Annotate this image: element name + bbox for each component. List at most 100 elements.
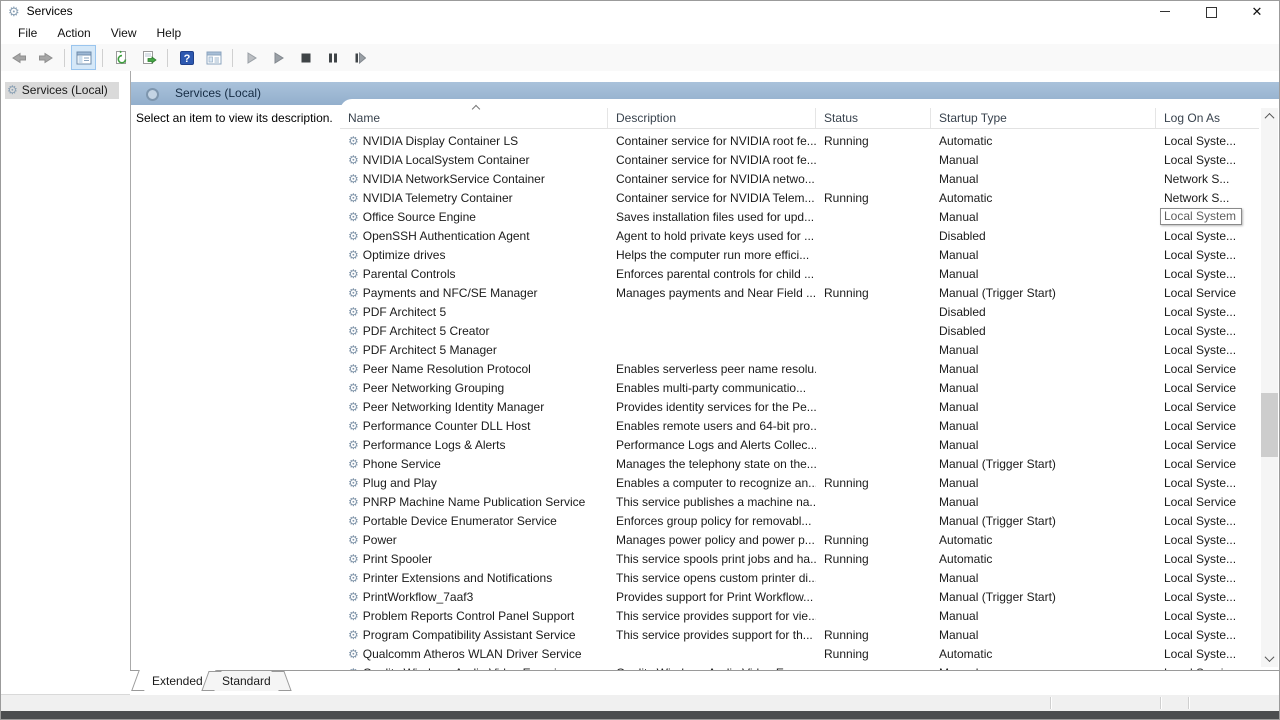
service-row[interactable]: ⚙Printer Extensions and Notifications Th… (340, 568, 1259, 587)
pause-service-button[interactable] (320, 45, 345, 70)
service-startup-type: Manual (Trigger Start) (931, 514, 1156, 528)
service-logon-value: Local Syste... (1164, 609, 1236, 623)
menu-file[interactable]: File (8, 24, 47, 42)
column-header-startup-type[interactable]: Startup Type (931, 108, 1156, 128)
service-row[interactable]: ⚙Parental Controls Enforces parental con… (340, 264, 1259, 283)
menu-action[interactable]: Action (47, 24, 100, 42)
service-row[interactable]: ⚙PDF Architect 5 Manager Manual Local Sy… (340, 340, 1259, 359)
service-logon-as: Local Syste... (1156, 628, 1252, 642)
show-console-tree-button[interactable] (71, 45, 96, 70)
service-status: Running (816, 134, 931, 148)
service-status: Running (816, 552, 931, 566)
scrollbar-thumb[interactable] (1261, 393, 1278, 457)
tab-standard[interactable]: Standard (212, 671, 281, 691)
service-name: Parental Controls (363, 267, 456, 281)
service-logon-as: Local Syste... (1156, 229, 1252, 243)
service-description: Provides support for Print Workflow... (608, 590, 816, 604)
view-tab-bar: Extended Standard (130, 670, 1280, 695)
service-gear-icon: ⚙ (348, 496, 359, 508)
service-row[interactable]: ⚙Peer Name Resolution Protocol Enables s… (340, 359, 1259, 378)
status-bar-separator (1188, 697, 1190, 709)
service-gear-icon: ⚙ (348, 344, 359, 356)
service-startup-type: Automatic (931, 191, 1156, 205)
service-logon-as: Local Syste... (1156, 552, 1252, 566)
service-description: Container service for NVIDIA Telem... (608, 191, 816, 205)
properties-button[interactable] (201, 45, 226, 70)
restart-service-button[interactable] (347, 45, 372, 70)
status-bar-separator (1160, 697, 1162, 709)
service-name: Qualcomm Atheros WLAN Driver Service (363, 647, 582, 661)
service-row[interactable]: ⚙Program Compatibility Assistant Service… (340, 625, 1259, 644)
service-row[interactable]: ⚙Peer Networking Grouping Enables multi-… (340, 378, 1259, 397)
column-header-status[interactable]: Status (816, 108, 931, 128)
close-button[interactable]: ✕ (1234, 0, 1280, 22)
service-logon-value: Local Service (1164, 438, 1236, 452)
service-description: Provides identity services for the Pe... (608, 400, 816, 414)
service-startup-type: Manual (931, 210, 1156, 224)
service-description: Enables multi-party communicatio... (608, 381, 816, 395)
stop-service-button[interactable] (293, 45, 318, 70)
service-name: NVIDIA NetworkService Container (363, 172, 545, 186)
scroll-down-arrow[interactable] (1261, 650, 1278, 667)
service-gear-icon: ⚙ (348, 135, 359, 147)
service-startup-type: Manual (931, 153, 1156, 167)
back-button[interactable] (6, 45, 31, 70)
forward-button[interactable] (33, 45, 58, 70)
service-row[interactable]: ⚙NVIDIA Telemetry Container Container se… (340, 188, 1259, 207)
service-row[interactable]: ⚙PNRP Machine Name Publication Service T… (340, 492, 1259, 511)
service-row[interactable]: ⚙Optimize drives Helps the computer run … (340, 245, 1259, 264)
service-row[interactable]: ⚙PDF Architect 5 Creator Disabled Local … (340, 321, 1259, 340)
service-row[interactable]: ⚙PDF Architect 5 Disabled Local Syste... (340, 302, 1259, 321)
service-row[interactable]: ⚙NVIDIA LocalSystem Container Container … (340, 150, 1259, 169)
service-row[interactable]: ⚙Payments and NFC/SE Manager Manages pay… (340, 283, 1259, 302)
scroll-up-arrow[interactable] (1261, 108, 1278, 125)
vertical-scrollbar[interactable] (1261, 108, 1278, 667)
service-row[interactable]: ⚙Plug and Play Enables a computer to rec… (340, 473, 1259, 492)
service-row[interactable]: ⚙Qualcomm Atheros WLAN Driver Service Ru… (340, 644, 1259, 663)
tree-item-services-local[interactable]: ⚙ Services (Local) (5, 82, 119, 99)
service-row[interactable]: ⚙Print Spooler This service spools print… (340, 549, 1259, 568)
service-startup-type: Disabled (931, 229, 1156, 243)
service-row[interactable]: ⚙Peer Networking Identity Manager Provid… (340, 397, 1259, 416)
service-row[interactable]: ⚙Performance Counter DLL Host Enables re… (340, 416, 1259, 435)
service-gear-icon: ⚙ (348, 610, 359, 622)
service-startup-type: Manual (931, 628, 1156, 642)
service-description: Enables serverless peer name resolu... (608, 362, 816, 376)
service-startup-type: Disabled (931, 305, 1156, 319)
export-list-button[interactable] (136, 45, 161, 70)
service-row[interactable]: ⚙Problem Reports Control Panel Support T… (340, 606, 1259, 625)
menu-help[interactable]: Help (147, 24, 192, 42)
resume-service-button[interactable] (266, 45, 291, 70)
service-description: This service spools print jobs and ha... (608, 552, 816, 566)
service-row[interactable]: ⚙Power Manages power policy and power p.… (340, 530, 1259, 549)
service-row[interactable]: ⚙NVIDIA Display Container LS Container s… (340, 131, 1259, 150)
service-name: Phone Service (363, 457, 441, 471)
minimize-button[interactable] (1142, 0, 1188, 22)
column-header-description[interactable]: Description (608, 108, 816, 128)
service-row[interactable]: ⚙Performance Logs & Alerts Performance L… (340, 435, 1259, 454)
refresh-button[interactable] (109, 45, 134, 70)
service-description: This service provides support for th... (608, 628, 816, 642)
start-service-button[interactable] (239, 45, 264, 70)
service-startup-type: Manual (931, 438, 1156, 452)
service-row[interactable]: ⚙Portable Device Enumerator Service Enfo… (340, 511, 1259, 530)
menu-view[interactable]: View (101, 24, 147, 42)
service-logon-as: Local Syste... (1156, 343, 1252, 357)
service-row[interactable]: ⚙Office Source Engine Saves installation… (340, 207, 1259, 226)
service-row[interactable]: ⚙NVIDIA NetworkService Container Contain… (340, 169, 1259, 188)
restore-button[interactable] (1188, 0, 1234, 22)
column-header-log-on-as[interactable]: Log On As (1156, 108, 1253, 128)
help-icon: ? (179, 50, 195, 66)
service-row[interactable]: ⚙Phone Service Manages the telephony sta… (340, 454, 1259, 473)
service-row[interactable]: ⚙PrintWorkflow_7aaf3 Provides support fo… (340, 587, 1259, 606)
services-header-icon (146, 88, 159, 101)
service-name: PDF Architect 5 Creator (363, 324, 490, 338)
service-description: Manages power policy and power p... (608, 533, 816, 547)
tree-item-label: Services (Local) (22, 83, 108, 97)
service-row[interactable]: ⚙OpenSSH Authentication Agent Agent to h… (340, 226, 1259, 245)
service-startup-type: Manual (Trigger Start) (931, 286, 1156, 300)
sort-ascending-icon (470, 104, 482, 112)
service-name: Payments and NFC/SE Manager (363, 286, 538, 300)
service-startup-type: Manual (Trigger Start) (931, 457, 1156, 471)
help-button[interactable]: ? (174, 45, 199, 70)
